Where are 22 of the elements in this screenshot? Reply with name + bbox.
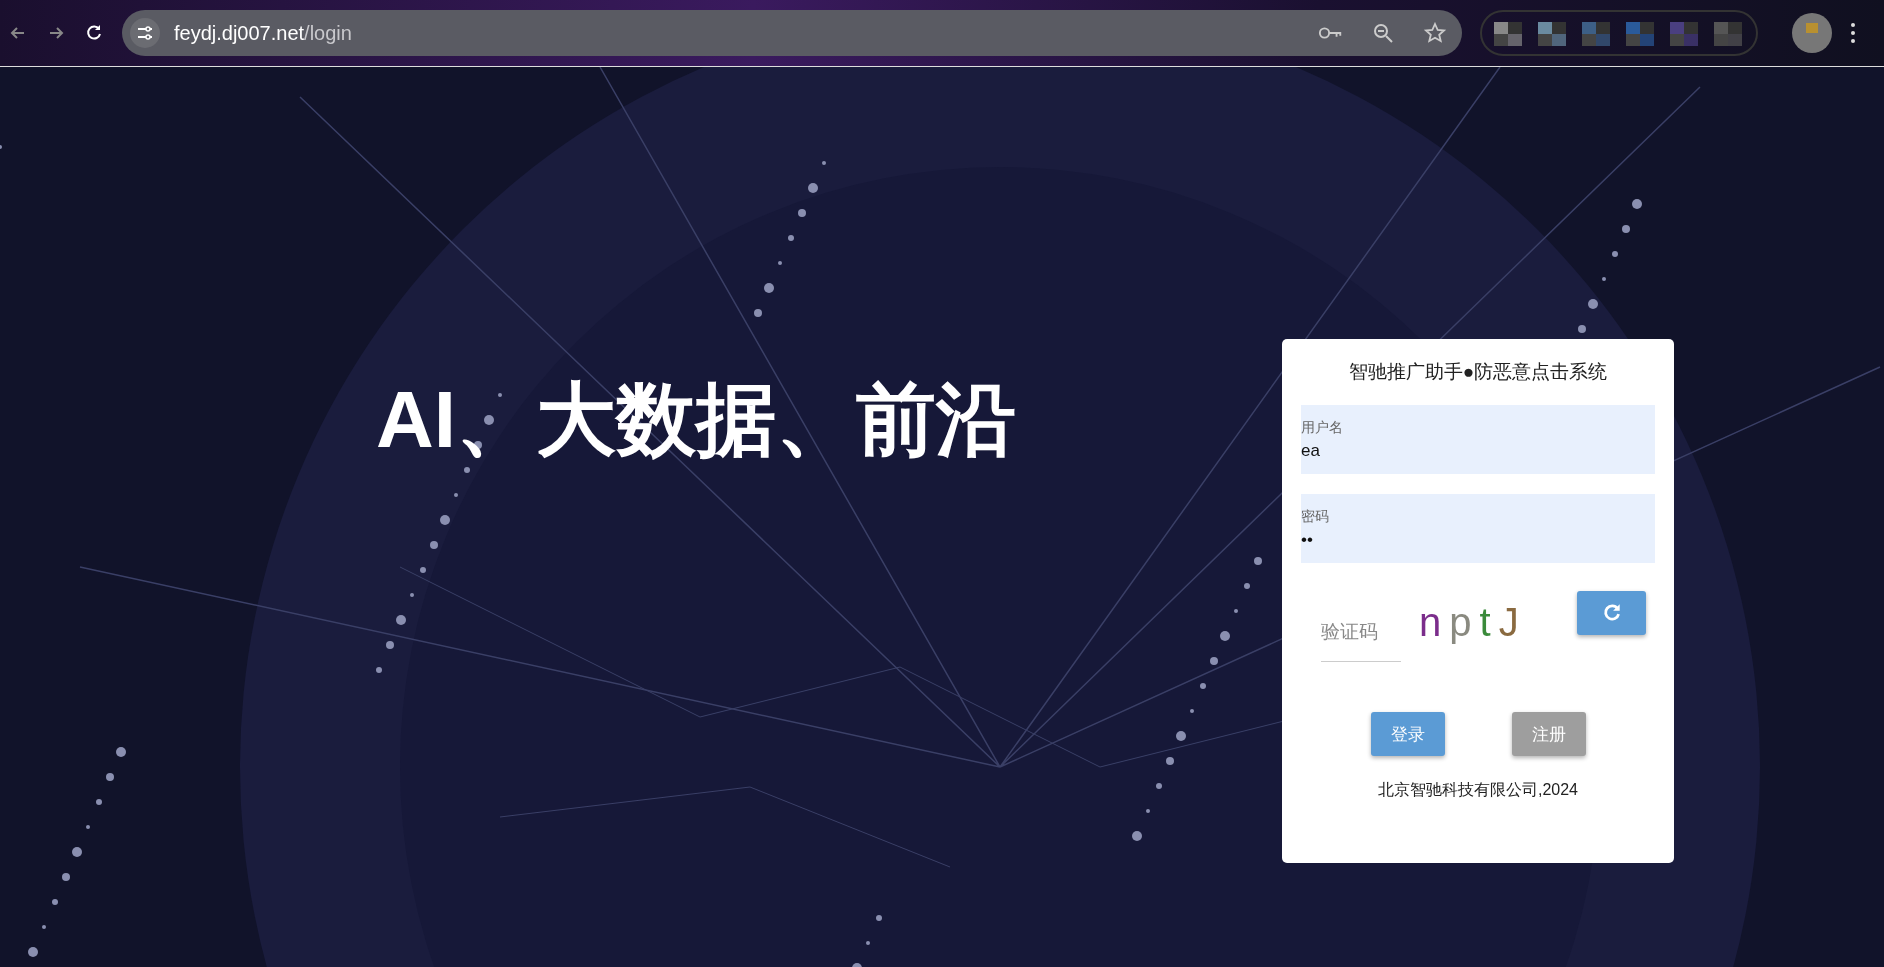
captcha-char: p [1449, 600, 1472, 645]
refresh-button[interactable] [1577, 590, 1646, 635]
url-text: feydj.dj007.net/login [174, 21, 352, 45]
captcha-char: t [1479, 600, 1491, 645]
username-field[interactable]: 用户名 ea [1301, 405, 1655, 474]
more-icon[interactable] [1850, 22, 1856, 44]
field-value: •• [1301, 529, 1314, 550]
avatar-icon[interactable] [1792, 13, 1832, 53]
password-field[interactable]: 密码 •• [1301, 494, 1655, 563]
field-value: ea [1301, 440, 1321, 461]
field-label: 用户名 [1301, 418, 1344, 437]
site-settings-icon[interactable] [130, 18, 160, 48]
headline: AI、大数据、前沿 [376, 374, 1016, 466]
captcha-char: J [1498, 600, 1519, 645]
field-label: 密码 [1301, 507, 1330, 526]
captcha-image[interactable]: n p t J [1419, 600, 1539, 645]
star-icon[interactable] [1422, 22, 1448, 44]
card-title: 智驰推广助手●防恶意点击系统 [1347, 360, 1609, 384]
address-bar[interactable]: feydj.dj007.net/login [122, 10, 1462, 56]
reload-icon[interactable] [84, 23, 104, 43]
copyright-text: 北京智驰科技有限公司,2024 [1376, 780, 1579, 800]
captcha-char: n [1419, 600, 1442, 645]
